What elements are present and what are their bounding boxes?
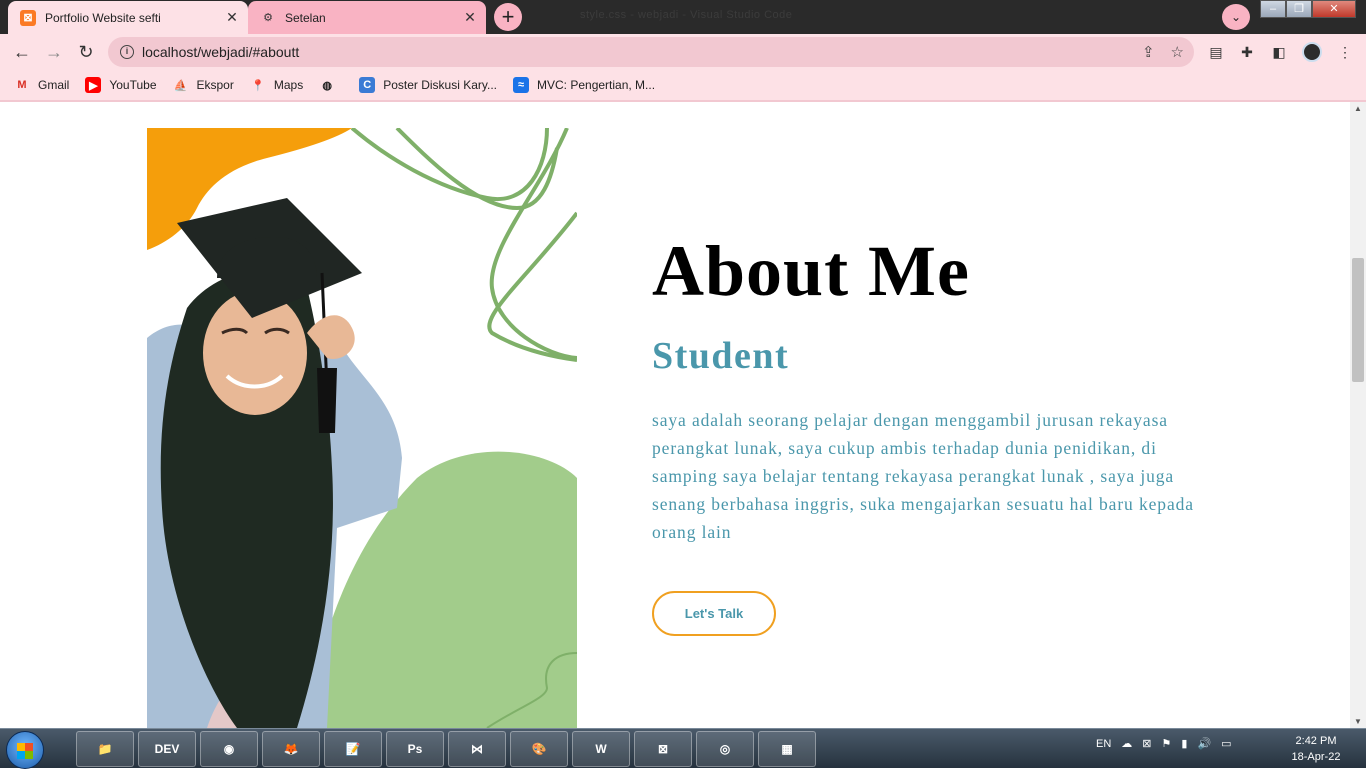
clock-time: 2:42 PM xyxy=(1295,735,1337,747)
scroll-up-icon[interactable]: ▲ xyxy=(1354,104,1362,113)
bookmark-gmail[interactable]: M Gmail xyxy=(14,77,69,93)
youtube-icon: ▶ xyxy=(85,77,102,93)
bookmark-youtube[interactable]: ▶ YouTube xyxy=(85,77,157,93)
bookmarks-bar: M Gmail ▶ YouTube ⛵ Ekspor 📍 Maps ◍ C Po… xyxy=(0,70,1366,100)
menu-dots-icon[interactable]: ⋮ xyxy=(1336,43,1354,61)
bookmark-mvc[interactable]: ≈ MVC: Pengertian, M... xyxy=(513,77,655,93)
taskbar-vscode[interactable]: ⋈ xyxy=(448,731,506,767)
bookmark-label: YouTube xyxy=(109,78,157,92)
scroll-down-icon[interactable]: ▼ xyxy=(1354,717,1362,726)
taskbar-camtasia[interactable]: ◎ xyxy=(696,731,754,767)
close-icon[interactable]: ✕ xyxy=(462,9,478,25)
mvc-icon: ≈ xyxy=(513,77,530,93)
reload-icon[interactable]: ↻ xyxy=(74,40,98,64)
scroll-thumb[interactable] xyxy=(1352,258,1364,382)
url-text[interactable]: localhost/webjadi/#aboutt xyxy=(142,44,299,60)
restore-button[interactable]: ❐ xyxy=(1286,0,1312,18)
bookmark-star-icon[interactable]: ☆ xyxy=(1171,43,1184,61)
bookmark-label: Ekspor xyxy=(196,78,234,92)
taskbar-firefox[interactable]: 🦊 xyxy=(262,731,320,767)
about-section: About Me Student saya adalah seorang pel… xyxy=(0,102,1350,728)
green-line-shape xyxy=(489,128,577,360)
page-title: About Me xyxy=(652,231,970,311)
new-tab-button[interactable]: + xyxy=(494,3,522,31)
taskbar-explorer[interactable]: 📁 xyxy=(76,731,134,767)
browser-toolbar: ← → ↻ i localhost/webjadi/#aboutt ⇪ ☆ ▤ … xyxy=(0,34,1366,70)
taskbar-xampp[interactable]: ⊠ xyxy=(634,731,692,767)
cloud-icon[interactable]: ☁ xyxy=(1121,737,1132,750)
gmail-icon: M xyxy=(17,79,27,91)
taskbar-winrar[interactable]: ▦ xyxy=(758,731,816,767)
decorative-shapes xyxy=(147,128,577,728)
tab-title: Portfolio Website sefti xyxy=(45,10,161,25)
language-indicator[interactable]: EN xyxy=(1096,738,1111,750)
xampp-icon: ⊠ xyxy=(20,9,36,26)
extension-icon[interactable]: ▤ xyxy=(1207,43,1225,61)
bookmark-poster[interactable]: C Poster Diskusi Kary... xyxy=(359,77,497,93)
bio-paragraph: saya adalah seorang pelajar dengan mengg… xyxy=(652,410,1194,542)
address-bar[interactable]: i localhost/webjadi/#aboutt ⇪ ☆ xyxy=(108,37,1194,67)
taskbar-devcpp[interactable]: DEV xyxy=(138,731,196,767)
maps-icon: 📍 xyxy=(251,79,265,92)
share-icon[interactable]: ⇪ xyxy=(1142,43,1155,61)
green-line-shape xyxy=(350,128,549,202)
taskbar-clock[interactable]: 2:42 PM 18-Apr-22 xyxy=(1280,733,1352,765)
minimize-button[interactable]: – xyxy=(1260,0,1286,18)
window-title: style.css - webjadi - Visual Studio Code xyxy=(580,9,793,21)
close-window-button[interactable]: ✕ xyxy=(1312,0,1356,18)
signal-icon[interactable]: ▮ xyxy=(1181,737,1187,750)
volume-icon[interactable]: 🔊 xyxy=(1197,737,1211,750)
back-icon[interactable]: ← xyxy=(10,40,34,64)
start-button[interactable] xyxy=(6,731,44,769)
taskbar-notepadpp[interactable]: 📝 xyxy=(324,731,382,767)
bookmark-label: Poster Diskusi Kary... xyxy=(383,78,498,92)
taskbar-photoshop[interactable]: Ps xyxy=(386,731,444,767)
profile-illustration xyxy=(147,128,577,728)
bookmark-label: MVC: Pengertian, M... xyxy=(537,78,656,92)
vertical-scrollbar[interactable]: ▲ ▼ xyxy=(1350,102,1366,728)
bookmark-globe[interactable]: ◍ xyxy=(319,77,343,93)
flag-icon[interactable]: ⚑ xyxy=(1162,737,1172,750)
tab-title: Setelan xyxy=(285,10,326,25)
profile-avatar[interactable] xyxy=(1302,42,1322,62)
close-icon[interactable]: ✕ xyxy=(224,9,240,25)
bookmark-label: Maps xyxy=(273,78,304,92)
tab-portfolio[interactable]: ⊠ Portfolio Website sefti ✕ xyxy=(8,1,248,34)
bookmark-label: Gmail xyxy=(38,78,70,92)
xampp-tray-icon[interactable]: ⊠ xyxy=(1142,737,1151,750)
bookmark-ekspor[interactable]: ⛵ Ekspor xyxy=(173,77,234,93)
forward-icon[interactable]: → xyxy=(42,40,66,64)
window-controls: – ❐ ✕ xyxy=(1260,0,1356,18)
gear-icon: ⚙ xyxy=(263,12,273,24)
canva-icon: C xyxy=(359,77,376,93)
tassel-shape xyxy=(317,368,337,433)
lets-talk-button[interactable]: Let's Talk xyxy=(652,591,776,636)
windows-taskbar: 📁 DEV ◉ 🦊 📝 Ps ⋈ 🎨 W ⊠ ◎ ▦ EN ☁ ⊠ ⚑ ▮ 🔊 … xyxy=(0,728,1366,769)
role-subtitle: Student xyxy=(652,335,790,377)
clock-date: 18-Apr-22 xyxy=(1291,751,1341,763)
browser-tabstrip: ⊠ Portfolio Website sefti ✕ ⚙ Setelan ✕ … xyxy=(0,0,1366,34)
tab-settings[interactable]: ⚙ Setelan ✕ xyxy=(248,1,486,34)
tab-search-button[interactable]: ⌄ xyxy=(1222,4,1250,30)
taskbar-wps[interactable]: W xyxy=(572,731,630,767)
info-icon[interactable]: i xyxy=(120,45,134,59)
globe-icon: ◍ xyxy=(322,79,332,92)
windows-logo-icon xyxy=(17,743,33,759)
bookmark-maps[interactable]: 📍 Maps xyxy=(250,77,303,93)
puzzle-icon[interactable]: ✚ xyxy=(1238,43,1256,61)
taskbar-paint[interactable]: 🎨 xyxy=(510,731,568,767)
side-panel-icon[interactable]: ◧ xyxy=(1270,43,1288,61)
taskbar-chrome[interactable]: ◉ xyxy=(200,731,258,767)
system-tray: EN ☁ ⊠ ⚑ ▮ 🔊 ▭ xyxy=(1096,737,1232,751)
power-icon[interactable]: ▭ xyxy=(1221,737,1231,750)
phpmyadmin-icon: ⛵ xyxy=(173,79,188,92)
